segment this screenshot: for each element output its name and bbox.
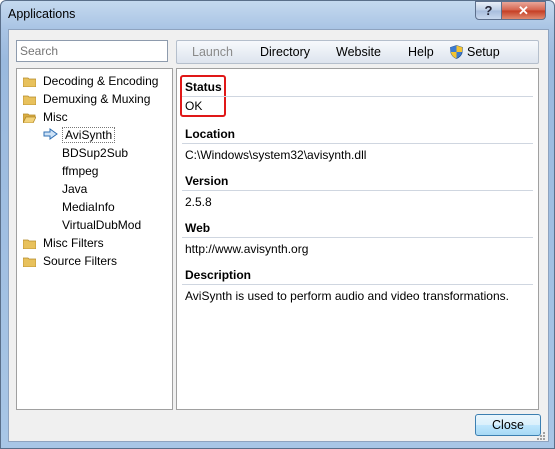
folder-icon (23, 76, 36, 87)
divider (182, 190, 533, 191)
close-icon: ✕ (518, 2, 529, 18)
question-icon: ? (484, 3, 493, 18)
help-title-button[interactable]: ? (475, 1, 502, 20)
tree-item-demuxing-muxing[interactable]: Demuxing & Muxing (23, 90, 150, 108)
tree-item-label: AviSynth (62, 127, 116, 143)
title-bar[interactable]: Applications ? ✕ (1, 1, 554, 29)
resize-grip-icon[interactable] (536, 430, 546, 440)
divider (182, 143, 533, 144)
folder-icon (23, 256, 36, 267)
location-heading: Location (185, 127, 235, 141)
website-button[interactable]: Website (336, 45, 381, 59)
uac-shield-icon (450, 45, 463, 62)
category-tree[interactable]: Decoding & Encoding Demuxing & Muxing Mi… (16, 68, 173, 410)
status-value: OK (185, 99, 203, 113)
setup-label: Setup (467, 45, 500, 59)
tree-item-label: VirtualDubMod (62, 218, 142, 232)
status-heading: Status (185, 80, 222, 94)
description-value: AviSynth is used to perform audio and vi… (185, 289, 509, 303)
details-panel: Status OK Location C:\Windows\system32\a… (176, 68, 539, 410)
tree-item-label: MediaInfo (62, 200, 115, 214)
tree-item-misc-filters[interactable]: Misc Filters (23, 234, 104, 252)
location-value: C:\Windows\system32\avisynth.dll (185, 148, 367, 162)
directory-button[interactable]: Directory (260, 45, 310, 59)
window-title: Applications (8, 7, 76, 21)
tree-item-bdsup2sub[interactable]: BDSup2Sub (62, 144, 128, 162)
web-heading: Web (185, 221, 211, 235)
tree-item-label: ffmpeg (62, 164, 99, 178)
tree-item-label: Demuxing & Muxing (43, 92, 151, 106)
web-value: http://www.avisynth.org (185, 242, 309, 256)
launch-button[interactable]: Launch (192, 45, 233, 59)
tree-item-java[interactable]: Java (62, 180, 87, 198)
tree-item-misc[interactable]: Misc (23, 108, 68, 126)
tree-item-mediainfo[interactable]: MediaInfo (62, 198, 115, 216)
tree-item-label: Java (62, 182, 88, 196)
divider (182, 237, 533, 238)
tree-item-label: BDSup2Sub (62, 146, 129, 160)
tree-item-avisynth[interactable]: AviSynth (43, 126, 116, 144)
tree-item-label: Misc Filters (43, 236, 104, 250)
divider (182, 284, 533, 285)
search-input[interactable] (16, 40, 168, 62)
help-button[interactable]: Help (408, 45, 434, 59)
applications-window: Applications ? ✕ Decoding & Encoding Dem… (0, 0, 555, 449)
selected-arrow-icon (43, 127, 58, 143)
version-value: 2.5.8 (185, 195, 212, 209)
folder-icon (23, 94, 36, 105)
tree-item-label: Misc (43, 110, 68, 124)
tree-item-virtualdubmod[interactable]: VirtualDubMod (62, 216, 141, 234)
folder-open-icon (23, 112, 36, 123)
folder-icon (23, 238, 36, 249)
divider (182, 96, 533, 97)
close-title-button[interactable]: ✕ (501, 1, 546, 20)
client-area: Decoding & Encoding Demuxing & Muxing Mi… (8, 29, 549, 442)
toolbar: Launch Directory Website Help Setup (176, 40, 539, 64)
tree-item-label: Source Filters (43, 254, 118, 268)
setup-button[interactable]: Setup (450, 45, 500, 62)
tree-item-decoding-encoding[interactable]: Decoding & Encoding (23, 72, 158, 90)
close-button[interactable]: Close (475, 414, 541, 436)
tree-item-source-filters[interactable]: Source Filters (23, 252, 117, 270)
version-heading: Version (185, 174, 229, 188)
tree-item-label: Decoding & Encoding (43, 74, 159, 88)
description-heading: Description (185, 268, 252, 282)
tree-item-ffmpeg[interactable]: ffmpeg (62, 162, 98, 180)
